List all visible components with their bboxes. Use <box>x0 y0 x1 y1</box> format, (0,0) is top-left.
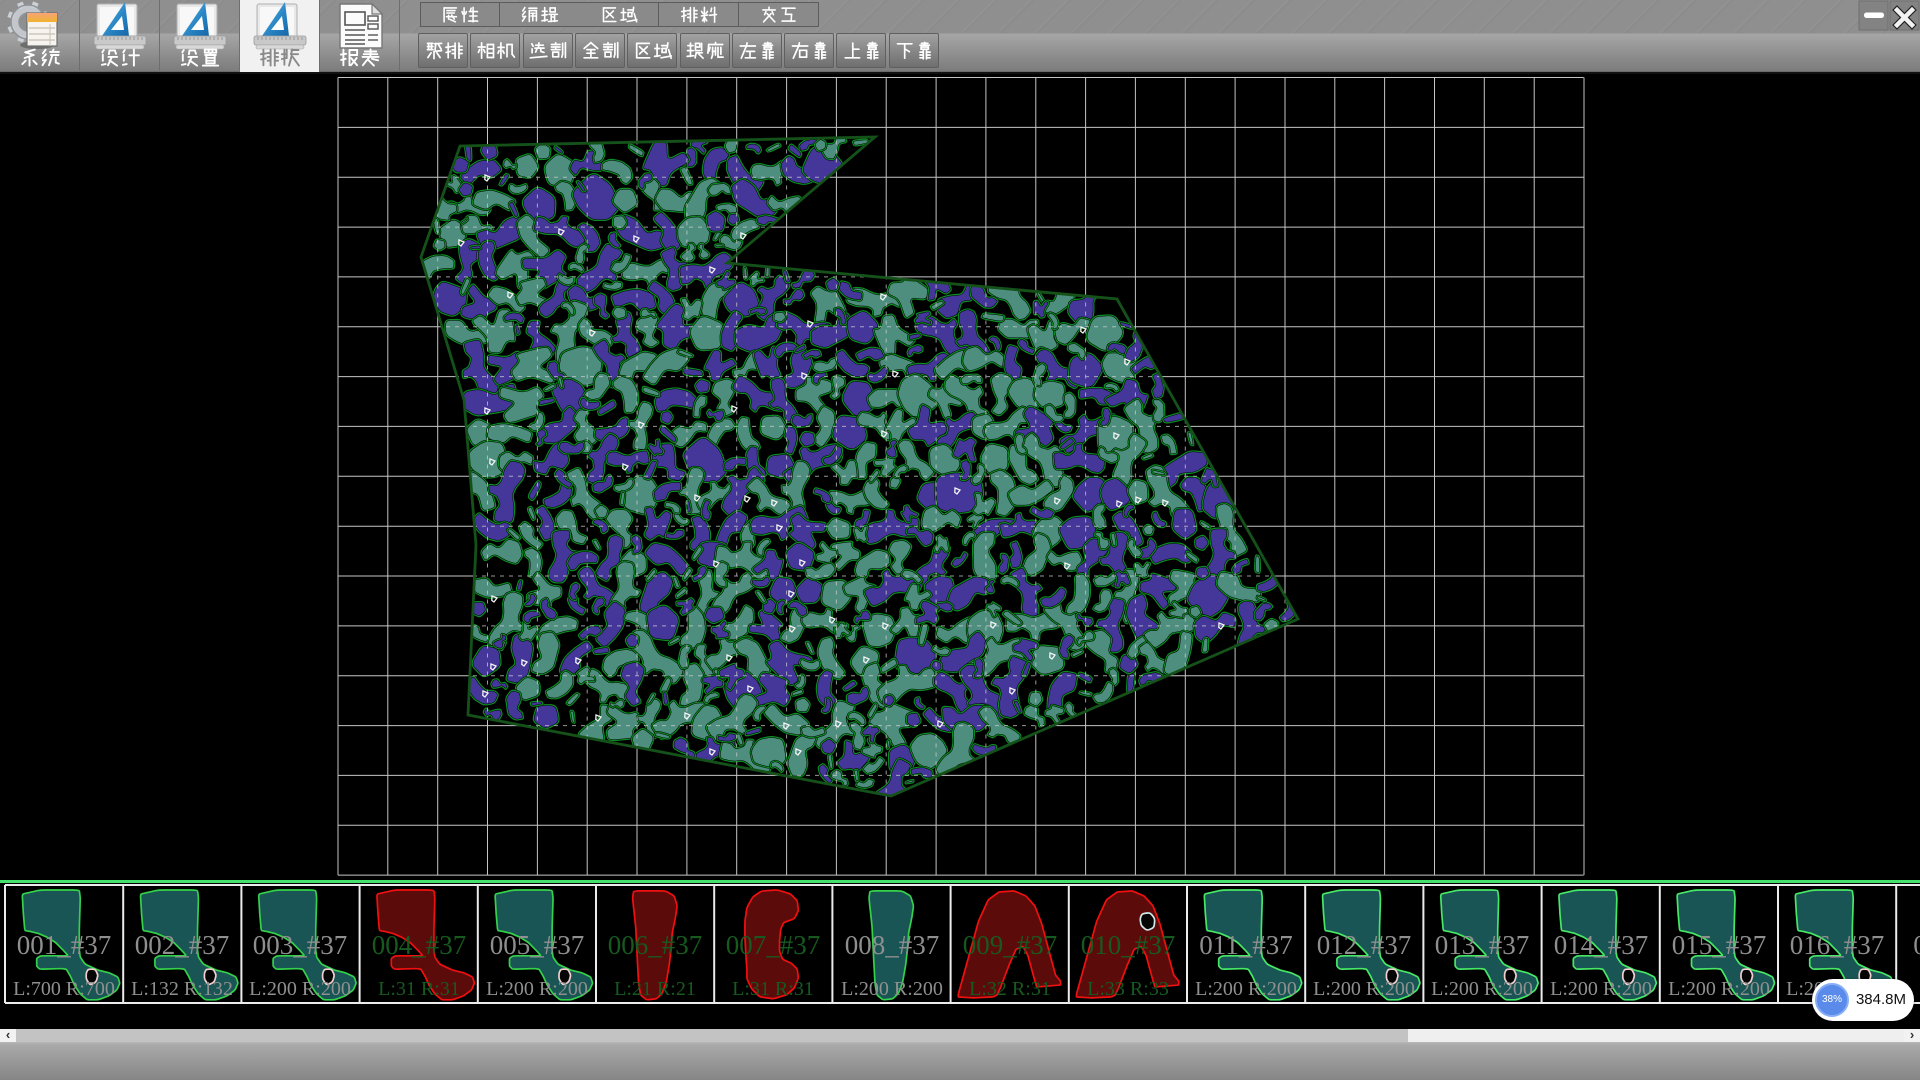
svg-text:L:21 R:21: L:21 R:21 <box>614 978 696 1000</box>
svg-text:010_#37: 010_#37 <box>1081 930 1176 960</box>
svg-text:008_#37: 008_#37 <box>845 930 940 960</box>
svg-text:0: 0 <box>1913 930 1920 960</box>
svg-text:L:33 R:33: L:33 R:33 <box>1087 978 1169 1000</box>
svg-text:L:200 R:200: L:200 R:200 <box>1431 978 1533 1000</box>
svg-text:001_#37: 001_#37 <box>17 930 112 960</box>
svg-text:009_#37: 009_#37 <box>963 930 1058 960</box>
svg-text:005_#37: 005_#37 <box>490 930 585 960</box>
svg-text:014_#37: 014_#37 <box>1554 930 1649 960</box>
svg-text:L:200 R:200: L:200 R:200 <box>841 978 943 1000</box>
svg-text:004_#37: 004_#37 <box>372 930 467 960</box>
svg-text:016_#37: 016_#37 <box>1790 930 1885 960</box>
svg-text:006_#37: 006_#37 <box>608 930 703 960</box>
svg-text:L:200 R:200: L:200 R:200 <box>486 978 588 1000</box>
svg-text:011_#37: 011_#37 <box>1199 930 1293 960</box>
svg-text:015_#37: 015_#37 <box>1672 930 1767 960</box>
svg-text:L:200 R:200: L:200 R:200 <box>1313 978 1415 1000</box>
svg-text:003_#37: 003_#37 <box>253 930 348 960</box>
svg-text:012_#37: 012_#37 <box>1317 930 1412 960</box>
svg-text:L:32 R:31: L:32 R:31 <box>969 978 1051 1000</box>
svg-text:013_#37: 013_#37 <box>1435 930 1530 960</box>
svg-text:L:200 R:200: L:200 R:200 <box>1195 978 1297 1000</box>
svg-text:002_#37: 002_#37 <box>135 930 230 960</box>
svg-text:L:132 R:132: L:132 R:132 <box>131 978 233 1000</box>
svg-text:L:31 R:31: L:31 R:31 <box>378 978 460 1000</box>
svg-text:L:700 R:700: L:700 R:700 <box>13 978 115 1000</box>
svg-text:007_#37: 007_#37 <box>726 930 821 960</box>
svg-text:L:31 R:31: L:31 R:31 <box>732 978 814 1000</box>
svg-text:L:200 R:200: L:200 R:200 <box>249 978 351 1000</box>
svg-text:L:200 R:200: L:200 R:200 <box>1668 978 1770 1000</box>
svg-text:L:200 R:200: L:200 R:200 <box>1550 978 1652 1000</box>
